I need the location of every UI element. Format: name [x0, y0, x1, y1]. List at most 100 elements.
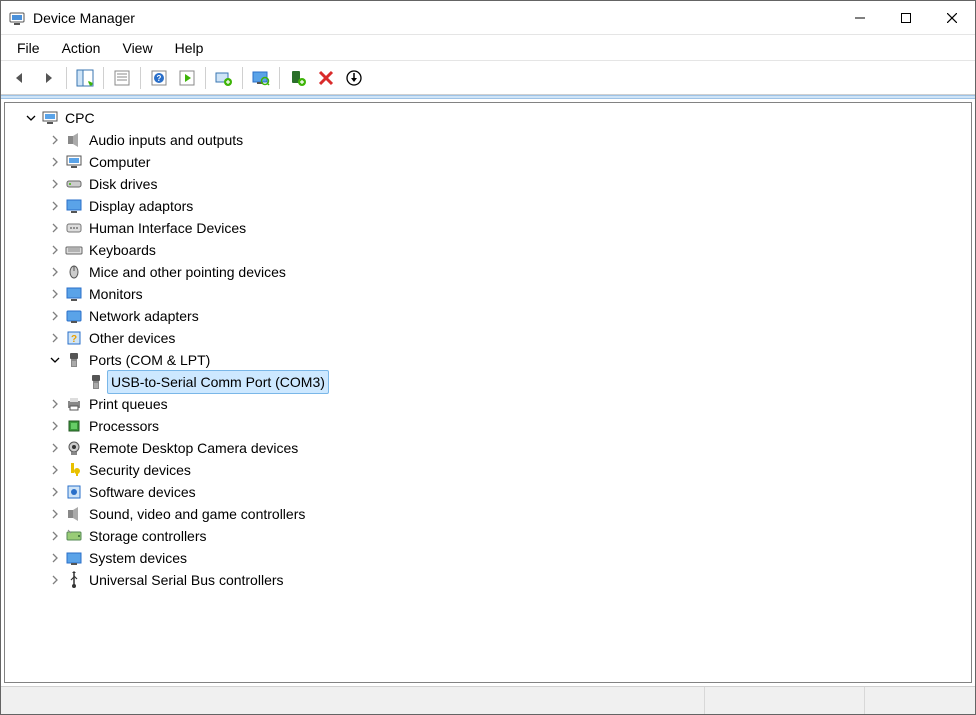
toolbar-separator — [103, 67, 104, 89]
disable-device-button[interactable] — [341, 65, 367, 91]
tree-category[interactable]: Universal Serial Bus controllers — [5, 569, 971, 591]
network-icon — [65, 307, 83, 325]
tree-category[interactable]: Storage controllers — [5, 525, 971, 547]
expander-icon[interactable] — [47, 132, 63, 148]
tree-category[interactable]: Network adapters — [5, 305, 971, 327]
tree-category[interactable]: Mice and other pointing devices — [5, 261, 971, 283]
expander-icon[interactable] — [47, 506, 63, 522]
root-label: CPC — [63, 107, 97, 129]
divider — [1, 95, 975, 99]
status-cell-2 — [705, 687, 865, 714]
category-label: Universal Serial Bus controllers — [87, 569, 286, 591]
menu-view[interactable]: View — [112, 38, 162, 58]
system-icon — [65, 549, 83, 567]
camera-icon — [65, 439, 83, 457]
enable-device-button[interactable] — [285, 65, 311, 91]
category-label: Disk drives — [87, 173, 159, 195]
tree-category[interactable]: Display adaptors — [5, 195, 971, 217]
tree-device[interactable]: USB-to-Serial Comm Port (COM3) — [5, 371, 971, 393]
toolbar-separator — [66, 67, 67, 89]
tree-category[interactable]: ?Other devices — [5, 327, 971, 349]
category-label: System devices — [87, 547, 189, 569]
hid-icon — [65, 219, 83, 237]
port-icon — [87, 373, 105, 391]
expander-icon[interactable] — [47, 484, 63, 500]
show-hide-button[interactable] — [72, 65, 98, 91]
expander-icon[interactable] — [47, 154, 63, 170]
tree-category[interactable]: Print queues — [5, 393, 971, 415]
tree-category[interactable]: Disk drives — [5, 173, 971, 195]
menu-help[interactable]: Help — [165, 38, 214, 58]
expander-icon[interactable] — [47, 176, 63, 192]
expander-icon[interactable] — [23, 110, 39, 126]
update-driver-button[interactable] — [211, 65, 237, 91]
toolbar-separator — [242, 67, 243, 89]
category-label: Keyboards — [87, 239, 158, 261]
tree-category[interactable]: Security devices — [5, 459, 971, 481]
tree-root[interactable]: CPC — [5, 107, 971, 129]
category-label: Human Interface Devices — [87, 217, 248, 239]
expander-icon[interactable] — [47, 572, 63, 588]
port-icon — [65, 351, 83, 369]
menu-file[interactable]: File — [7, 38, 50, 58]
category-label: Other devices — [87, 327, 177, 349]
category-label: Display adaptors — [87, 195, 195, 217]
printer-icon — [65, 395, 83, 413]
help-button[interactable]: ? — [146, 65, 172, 91]
window-title: Device Manager — [33, 10, 135, 26]
statusbar — [1, 686, 975, 714]
expander-icon[interactable] — [47, 550, 63, 566]
category-label: Mice and other pointing devices — [87, 261, 288, 283]
tree-category[interactable]: Monitors — [5, 283, 971, 305]
tree-category[interactable]: Keyboards — [5, 239, 971, 261]
tree-category[interactable]: Computer — [5, 151, 971, 173]
tree-category[interactable]: System devices — [5, 547, 971, 569]
other-icon: ? — [65, 329, 83, 347]
expander-icon[interactable] — [47, 418, 63, 434]
minimize-button[interactable] — [837, 3, 883, 33]
cpu-icon — [65, 417, 83, 435]
category-label: Storage controllers — [87, 525, 209, 547]
storage-icon — [65, 527, 83, 545]
tree-category[interactable]: Software devices — [5, 481, 971, 503]
category-label: Audio inputs and outputs — [87, 129, 245, 151]
toolbar-separator — [205, 67, 206, 89]
expander-icon[interactable] — [47, 330, 63, 346]
tree-category[interactable]: Audio inputs and outputs — [5, 129, 971, 151]
back-button[interactable] — [7, 65, 33, 91]
tree-category[interactable]: Sound, video and game controllers — [5, 503, 971, 525]
tree-category[interactable]: Processors — [5, 415, 971, 437]
forward-button[interactable] — [35, 65, 61, 91]
expander-icon[interactable] — [47, 264, 63, 280]
category-label: Computer — [87, 151, 152, 173]
category-label: Security devices — [87, 459, 193, 481]
properties-button[interactable] — [109, 65, 135, 91]
scan-hardware-button[interactable] — [248, 65, 274, 91]
display-icon — [65, 197, 83, 215]
expander-icon[interactable] — [47, 352, 63, 368]
device-manager-window: Device Manager File Action View Help — [0, 0, 976, 715]
tree-category[interactable]: Remote Desktop Camera devices — [5, 437, 971, 459]
action-button[interactable] — [174, 65, 200, 91]
svg-text:?: ? — [157, 74, 162, 83]
expander-icon[interactable] — [47, 528, 63, 544]
expander-icon[interactable] — [47, 286, 63, 302]
expander-icon[interactable] — [47, 396, 63, 412]
menu-action[interactable]: Action — [52, 38, 111, 58]
expander-icon[interactable] — [47, 198, 63, 214]
uninstall-device-button[interactable] — [313, 65, 339, 91]
app-icon — [9, 10, 25, 26]
expander-icon[interactable] — [47, 242, 63, 258]
expander-icon[interactable] — [47, 308, 63, 324]
tree-category[interactable]: Human Interface Devices — [5, 217, 971, 239]
expander-icon[interactable] — [47, 220, 63, 236]
tree-category[interactable]: Ports (COM & LPT) — [5, 349, 971, 371]
disk-icon — [65, 175, 83, 193]
category-label: Network adapters — [87, 305, 201, 327]
expander-icon[interactable] — [47, 462, 63, 478]
close-button[interactable] — [929, 3, 975, 33]
expander-icon[interactable] — [47, 440, 63, 456]
maximize-button[interactable] — [883, 3, 929, 33]
device-tree[interactable]: CPC Audio inputs and outputsComputerDisk… — [4, 102, 972, 683]
titlebar: Device Manager — [1, 1, 975, 35]
